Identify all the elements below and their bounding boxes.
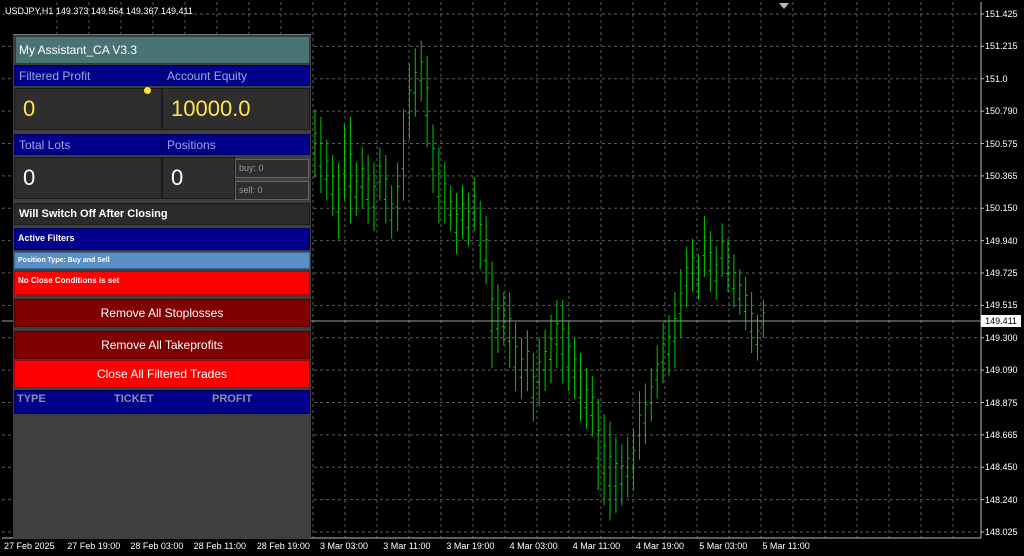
time-axis-label: 28 Feb 03:00 [130, 541, 184, 551]
active-filters-header[interactable]: Active Filters [14, 228, 310, 250]
price-axis-label: 148.025 [985, 527, 1018, 537]
shift-marker-icon[interactable] [779, 3, 789, 9]
price-axis-label: 149.090 [985, 365, 1018, 376]
chart-bars [313, 40, 766, 521]
column-type: TYPE [17, 393, 46, 405]
total-lots-value: 0 [14, 157, 162, 199]
price-axis-label: 149.300 [985, 332, 1018, 343]
price-axis-label: 150.790 [985, 106, 1018, 117]
time-axis-label: 4 Mar 03:00 [509, 541, 558, 551]
time-axis-label: 27 Feb 19:00 [67, 541, 121, 551]
positions-label: Positions [162, 134, 310, 155]
trades-table-header: TYPE TICKET PROFIT [14, 390, 310, 414]
time-axis-label: 3 Mar 03:00 [320, 541, 369, 551]
price-axis-label: 148.875 [985, 397, 1018, 408]
sell-count-field: sell: 0 [235, 181, 309, 200]
positions-value: 0 [162, 157, 235, 199]
time-axis-label: 4 Mar 11:00 [572, 541, 621, 551]
column-profit: PROFIT [212, 393, 253, 405]
close-filtered-trades-button[interactable]: Close All Filtered Trades [14, 360, 310, 388]
time-axis-label: 5 Mar 03:00 [699, 541, 748, 551]
price-axis-label: 149.515 [985, 300, 1018, 311]
time-axis-label: 4 Mar 19:00 [636, 541, 685, 551]
time-axis-label: 28 Feb 11:00 [193, 541, 246, 551]
current-price-tag: 149.411 [981, 315, 1021, 327]
remove-stoplosses-button[interactable]: Remove All Stoplosses [14, 299, 310, 327]
switch-off-notice[interactable]: Will Switch Off After Closing [14, 203, 310, 225]
filtered-profit-label: Filtered Profit [14, 65, 162, 86]
close-conditions-notice[interactable]: No Close Conditions is set [14, 271, 310, 295]
time-axis-label: 3 Mar 11:00 [383, 541, 431, 551]
status-dot-icon [144, 87, 151, 94]
price-axis-label: 150.150 [985, 203, 1018, 214]
filtered-profit-value: 0 [14, 88, 162, 130]
price-axis-label: 148.450 [985, 462, 1018, 473]
time-axis-label: 5 Mar 11:00 [762, 541, 810, 551]
time-axis-label: 28 Feb 19:00 [256, 541, 310, 551]
column-ticket: TICKET [114, 393, 154, 405]
price-axis-label: 151.0 [985, 73, 1008, 84]
time-axis-label: 3 Mar 19:00 [446, 541, 495, 551]
total-lots-label: Total Lots [14, 134, 162, 155]
account-equity-value: 10000.0 [162, 88, 310, 130]
price-axis-label: 149.725 [985, 268, 1018, 278]
price-axis-label: 150.365 [985, 170, 1018, 181]
price-axis-label: 148.240 [985, 494, 1018, 505]
remove-takeprofits-button[interactable]: Remove All Takeprofits [14, 331, 310, 359]
price-axis-label: 148.665 [985, 429, 1018, 440]
panel-title[interactable]: My Assistant_CA V3.3 [15, 36, 310, 64]
price-axis-label: 151.215 [985, 41, 1018, 52]
price-axis-label: 150.575 [985, 138, 1018, 149]
time-axis-label: 27 Feb 2025 [4, 541, 55, 551]
buy-count-field: buy: 0 [235, 159, 309, 178]
price-axis-label: 151.425 [985, 9, 1018, 19]
price-axis-label: 149.940 [985, 235, 1018, 246]
position-type-filter[interactable]: Position Type: Buy and Sell [14, 252, 310, 269]
account-equity-label: Account Equity [162, 65, 310, 86]
symbol-header: USDJPY,H1 149.373 149.564 149.367 149.41… [5, 6, 193, 16]
